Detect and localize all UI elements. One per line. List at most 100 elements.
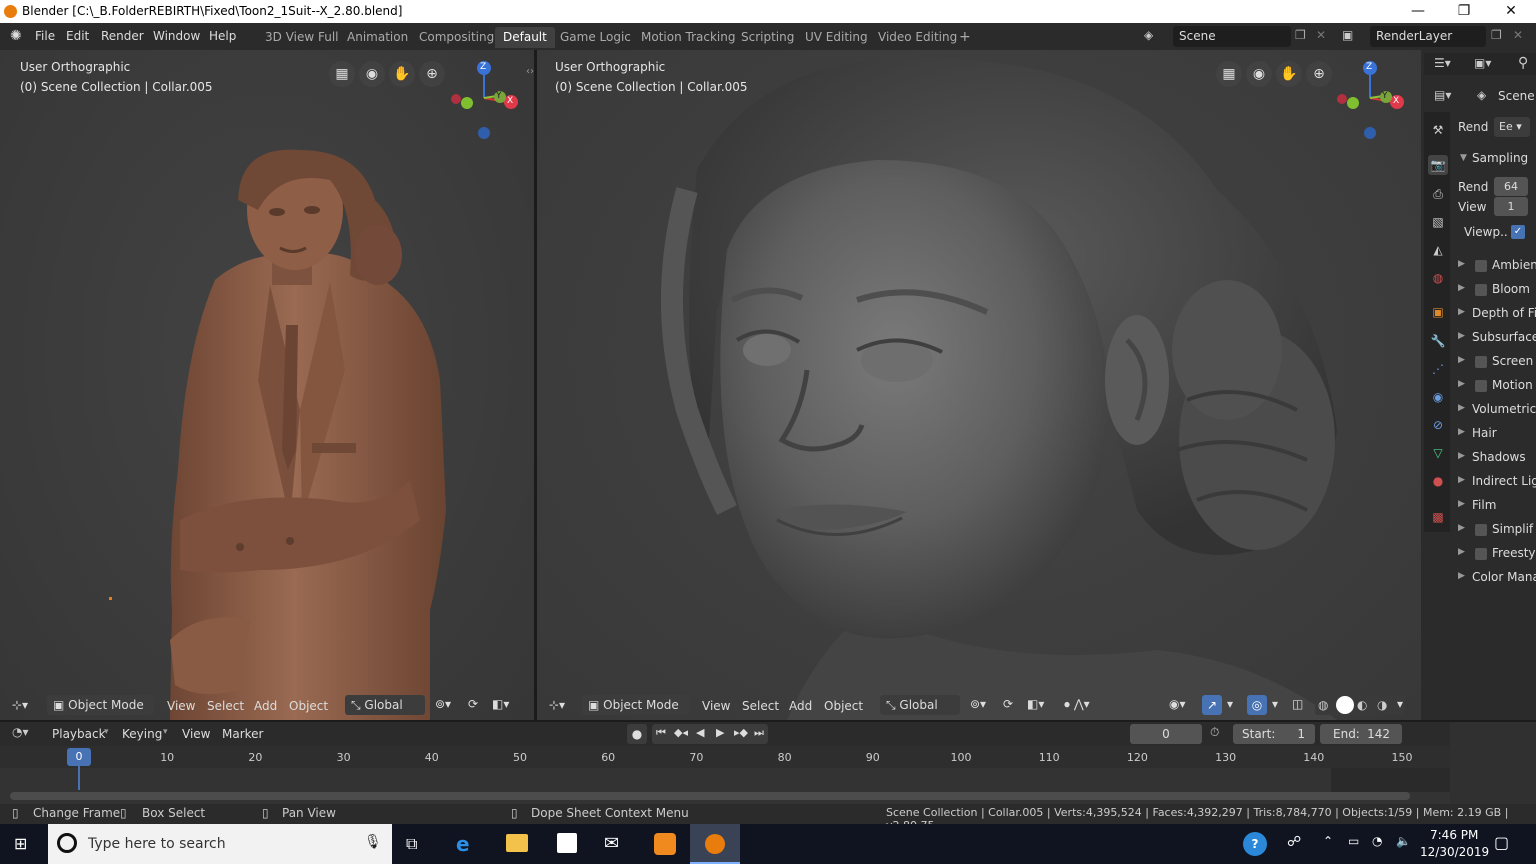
expand-arrow-icon[interactable]: ▶ [1458, 355, 1465, 365]
end-frame-field[interactable]: End: 142 [1320, 724, 1402, 744]
panel-row[interactable]: ▶ Volumetric [1452, 400, 1536, 420]
view-menu[interactable]: View [167, 699, 195, 713]
menu-file[interactable]: File [35, 29, 55, 43]
overlay-dropdown-icon[interactable]: ▾ [1272, 697, 1278, 711]
help-icon[interactable]: ? [1243, 832, 1267, 856]
tab-3d-view-full[interactable]: 3D View Full [257, 27, 347, 48]
jump-end-icon[interactable]: ⏭ [754, 726, 764, 740]
panel-row[interactable]: ▶ Freestyl [1452, 544, 1536, 564]
object-mode-dropdown[interactable]: ▣ Object Mode [582, 695, 690, 715]
pivot-icon[interactable]: ⊚▾ [970, 697, 986, 711]
snap-icon[interactable]: ⟳ [1003, 697, 1013, 711]
microphone-icon[interactable]: 🎙 [364, 834, 382, 850]
panel-row[interactable]: ▶ Color Mana [1452, 568, 1536, 588]
outliner-editor-icon[interactable]: ☰▾ [1434, 56, 1451, 70]
mail-icon[interactable]: ✉ [604, 833, 619, 854]
scene-tab-icon[interactable]: ◭ [1428, 240, 1448, 260]
tab-animation[interactable]: Animation [339, 27, 416, 48]
data-tab-icon[interactable]: ▽ [1428, 443, 1448, 463]
material-tab-icon[interactable]: ● [1428, 471, 1448, 491]
expand-arrow-icon[interactable]: ▶ [1458, 547, 1465, 557]
particles-tab-icon[interactable]: ⋰ [1428, 359, 1448, 379]
panel-row[interactable]: ▶ Hair [1452, 424, 1536, 444]
clock-date[interactable]: 12/30/2019 [1420, 845, 1489, 859]
wireframe-shading-icon[interactable]: ◍ [1318, 698, 1328, 712]
expand-arrow-icon[interactable]: ▶ [1458, 403, 1465, 413]
grid-toggle-icon[interactable]: ▦ [329, 61, 355, 87]
physics-tab-icon[interactable]: ◉ [1428, 387, 1448, 407]
pivot-icon[interactable]: ⊚▾ [435, 697, 451, 711]
solid-shading-icon[interactable] [1336, 696, 1354, 714]
overlay-toggle-icon[interactable]: ◎ [1247, 695, 1267, 715]
sampling-expand-icon[interactable]: ▼ [1460, 153, 1467, 163]
expand-arrow-icon[interactable]: ▶ [1458, 523, 1465, 533]
modifier-tab-icon[interactable]: 🔧 [1428, 331, 1448, 351]
tab-motion-tracking[interactable]: Motion Tracking [633, 27, 743, 48]
add-menu[interactable]: Add [254, 699, 277, 713]
scene-field[interactable]: Scene [1173, 26, 1291, 47]
add-workspace-button[interactable]: + [951, 27, 979, 48]
current-frame-field[interactable]: 0 [1130, 724, 1202, 744]
render-samples-field[interactable]: 64 [1494, 177, 1528, 196]
panel-row[interactable]: ▶ Ambien [1452, 256, 1536, 276]
store-icon[interactable] [557, 833, 577, 853]
scene-icon[interactable]: ◈ [1144, 28, 1153, 42]
xray-icon[interactable]: ◫ [1292, 697, 1303, 711]
select-menu[interactable]: Select [742, 699, 779, 713]
proportional-falloff-icon[interactable]: ⦁ ⋀▾ [1064, 697, 1090, 712]
panel-enable-checkbox[interactable] [1475, 524, 1487, 536]
next-keyframe-icon[interactable]: ▸◆ [734, 726, 748, 739]
constraints-tab-icon[interactable]: ⊘ [1428, 415, 1448, 435]
remove-layer-icon[interactable]: ✕ [1513, 28, 1523, 42]
tool-tab-icon[interactable]: ⚒ [1428, 120, 1448, 140]
object-tab-icon[interactable]: ▣ [1428, 302, 1448, 322]
jump-start-icon[interactable]: ⏮ [656, 726, 666, 740]
play-icon[interactable]: ▶ [716, 726, 724, 739]
render-layer-icon[interactable]: ▣ [1342, 28, 1353, 42]
menu-help[interactable]: Help [209, 29, 236, 43]
render-engine-dropdown[interactable]: Ee ▾ [1494, 117, 1530, 137]
tab-compositing[interactable]: Compositing [411, 27, 502, 48]
panel-row[interactable]: ▶ Screen [1452, 352, 1536, 372]
display-mode-icon[interactable]: ▣▾ [1474, 56, 1491, 70]
gizmo-toggle-icon[interactable]: ↗ [1202, 695, 1222, 715]
expand-arrow-icon[interactable]: ▶ [1458, 475, 1465, 485]
texture-tab-icon[interactable]: ▩ [1428, 507, 1448, 527]
tab-scripting[interactable]: Scripting [733, 27, 802, 48]
expand-arrow-icon[interactable]: ▶ [1458, 451, 1465, 461]
snap-icon[interactable]: ⟳ [468, 697, 478, 711]
object-menu[interactable]: Object [824, 699, 863, 713]
orientation-dropdown[interactable]: ⤡ Global [880, 695, 960, 715]
camera-view-icon[interactable]: ◉ [359, 61, 385, 87]
area-collapse-icon[interactable]: ‹› [526, 66, 534, 77]
timeline-editor-icon[interactable]: ◔▾ [12, 725, 29, 739]
menu-edit[interactable]: Edit [66, 29, 89, 43]
windows-start-icon[interactable]: ⊞ [14, 834, 27, 853]
panel-enable-checkbox[interactable] [1475, 380, 1487, 392]
view-menu[interactable]: View [702, 699, 730, 713]
edge-browser-icon[interactable]: e [456, 832, 470, 856]
viewport-samples-field[interactable]: 1 [1494, 197, 1528, 216]
sampling-panel-label[interactable]: Sampling [1472, 151, 1528, 165]
tab-default[interactable]: Default [495, 27, 555, 48]
panel-enable-checkbox[interactable] [1475, 284, 1487, 296]
visibility-icon[interactable]: ◉▾ [1169, 697, 1186, 711]
shading-dropdown-icon[interactable]: ▾ [1397, 697, 1403, 711]
object-mode-dropdown[interactable]: ▣ Object Mode [47, 695, 154, 715]
playback-dropdown-icon[interactable]: ▾ [104, 727, 109, 737]
menu-window[interactable]: Window [153, 29, 200, 43]
add-menu[interactable]: Add [789, 699, 812, 713]
panel-row[interactable]: ▶ Subsurface [1452, 328, 1536, 348]
viewport-denoise-checkbox[interactable]: ✓ [1511, 225, 1525, 239]
panel-row[interactable]: ▶ Film [1452, 496, 1536, 516]
prev-keyframe-icon[interactable]: ◆◂ [674, 726, 688, 739]
select-menu[interactable]: Select [207, 699, 244, 713]
panel-row[interactable]: ▶ Simplif [1452, 520, 1536, 540]
blender-menu-icon[interactable]: ✺ [10, 28, 22, 44]
expand-arrow-icon[interactable]: ▶ [1458, 427, 1465, 437]
clock-icon[interactable]: ⏱ [1210, 725, 1219, 740]
maximize-button[interactable]: ❐ [1441, 0, 1487, 23]
blender-taskbar-button[interactable] [690, 824, 740, 864]
record-icon[interactable]: ● [627, 724, 647, 744]
world-tab-icon[interactable]: ◍ [1428, 268, 1448, 288]
